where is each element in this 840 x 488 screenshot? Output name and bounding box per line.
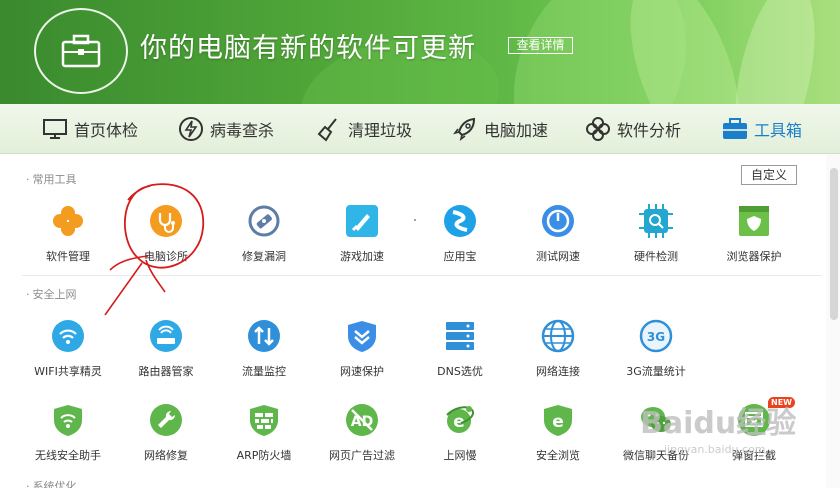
shield-speed-icon: [345, 319, 379, 353]
app-store-icon: [443, 204, 477, 238]
game-boost-icon: [345, 204, 379, 238]
wifi-shield-icon: [51, 403, 85, 437]
speed-test-icon: [541, 204, 575, 238]
section-divider: [22, 275, 822, 276]
nav-label: 电脑加速: [484, 121, 549, 140]
update-banner: 你的电脑有新的软件可更新 查看详情: [0, 0, 840, 104]
tool-router[interactable]: 路由器管家: [117, 319, 215, 379]
tool-patch[interactable]: 修复漏洞: [215, 204, 313, 264]
tool-safe-browse[interactable]: e 安全浏览: [509, 403, 607, 463]
nav-label: 病毒查杀: [210, 121, 275, 140]
tool-slow-internet[interactable]: e 上网慢: [411, 403, 509, 463]
tool-label: 3G流量统计: [626, 365, 686, 378]
globe-icon: [541, 319, 575, 353]
monitor-icon: [43, 119, 67, 139]
tool-network-connection[interactable]: 网络连接: [509, 319, 607, 379]
tool-label: DNS选优: [437, 365, 483, 378]
nav-label: 软件分析: [617, 121, 682, 140]
customize-button[interactable]: 自定义: [741, 165, 797, 185]
nav-item-toolbox[interactable]: 工具箱: [722, 104, 802, 154]
svg-text:e: e: [552, 412, 564, 432]
ad-filter-icon: AD: [345, 403, 379, 437]
tool-label: 网速保护: [340, 365, 384, 378]
wifi-share-icon: [51, 319, 85, 353]
tool-label: 网络修复: [144, 449, 188, 462]
hardware-icon: [639, 204, 673, 238]
section-label-security: 安全上网: [26, 286, 77, 302]
tool-label: 游戏加速: [340, 250, 384, 263]
tool-label: 硬件检测: [634, 250, 678, 263]
tool-label: 安全浏览: [536, 449, 580, 462]
tool-hardware[interactable]: 硬件检测: [607, 204, 705, 264]
tool-arp-firewall[interactable]: ARP防火墙: [215, 403, 313, 463]
section-label-common: 常用工具: [26, 171, 77, 187]
software-manager-icon: [51, 204, 85, 238]
section-label-system: 系统优化: [26, 478, 77, 488]
nav-label: 工具箱: [754, 121, 803, 140]
wrench-icon: [149, 403, 183, 437]
tool-label: 应用宝: [443, 250, 477, 263]
tool-pc-clinic[interactable]: 电脑诊所: [117, 204, 215, 264]
tool-software-manager[interactable]: 软件管理: [19, 204, 117, 264]
watermark-url: jingyan.baidu.com: [664, 443, 766, 456]
tool-label: 电脑诊所: [144, 250, 188, 263]
tool-label: 网页广告过滤: [329, 449, 395, 462]
patch-icon: [247, 204, 281, 238]
tool-label: 流量监控: [242, 365, 286, 378]
nav-item-antivirus[interactable]: 病毒查杀: [178, 104, 274, 154]
tool-3g-stats[interactable]: 3G 3G流量统计: [607, 319, 705, 379]
stethoscope-icon: [149, 204, 183, 238]
tool-network-repair[interactable]: 网络修复: [117, 403, 215, 463]
toolbox-icon: [723, 118, 747, 139]
banner-title: 你的电脑有新的软件可更新: [140, 33, 476, 64]
tool-label: ARP防火墙: [236, 449, 292, 462]
tool-speed-protect[interactable]: 网速保护: [313, 319, 411, 379]
tool-label: 软件管理: [46, 250, 90, 263]
tool-game-boost[interactable]: 游戏加速: [313, 204, 411, 264]
tool-label: 无线安全助手: [35, 449, 101, 462]
view-details-button[interactable]: 查看详情: [508, 37, 573, 54]
clover-icon: [586, 117, 610, 141]
tool-label: 路由器管家: [138, 365, 194, 378]
tool-speed-test[interactable]: 测试网速: [509, 204, 607, 264]
scrollbar-thumb[interactable]: [830, 168, 838, 320]
nav-item-checkup[interactable]: 首页体检: [42, 104, 138, 154]
rocket-icon: [453, 117, 476, 141]
tool-label: 网络连接: [536, 365, 580, 378]
tool-dns[interactable]: DNS选优: [411, 319, 509, 379]
firewall-icon: [247, 403, 281, 437]
tool-label: WIFI共享精灵: [34, 365, 102, 378]
nav-item-software-analysis[interactable]: 软件分析: [585, 104, 681, 154]
broom-icon: [317, 118, 337, 142]
tool-label: 上网慢: [443, 449, 477, 462]
toolbox-logo-icon: [34, 8, 128, 94]
browser-protect-icon: [737, 204, 771, 238]
ie-slow-icon: e: [443, 403, 477, 437]
tool-traffic[interactable]: 流量监控: [215, 319, 313, 379]
nav-item-cleanup[interactable]: 清理垃圾: [316, 104, 412, 154]
3g-icon: 3G: [639, 319, 673, 353]
router-icon: [149, 319, 183, 353]
safe-browse-icon: e: [541, 403, 575, 437]
tool-ad-filter[interactable]: AD 网页广告过滤: [313, 403, 411, 463]
main-nav: 首页体检 病毒查杀 清理垃圾 电脑加速 软件分析 工具箱: [0, 104, 840, 154]
nav-item-speedup[interactable]: 电脑加速: [452, 104, 548, 154]
tool-label: 浏览器保护: [726, 250, 782, 263]
tool-label: 测试网速: [536, 250, 580, 263]
nav-label: 首页体检: [74, 121, 139, 140]
watermark-logo: Baidu经验: [640, 406, 797, 441]
lightning-icon: [179, 117, 203, 141]
tool-browser-protect[interactable]: 浏览器保护: [705, 204, 803, 264]
tool-app-store[interactable]: 应用宝: [411, 204, 509, 264]
tool-label: 修复漏洞: [242, 250, 286, 263]
dns-icon: [443, 319, 477, 353]
traffic-icon: [247, 319, 281, 353]
tool-wifi-security[interactable]: 无线安全助手: [19, 403, 117, 463]
tool-wifi-share[interactable]: WIFI共享精灵: [19, 319, 117, 379]
nav-label: 清理垃圾: [348, 121, 413, 140]
svg-text:3G: 3G: [647, 330, 665, 344]
